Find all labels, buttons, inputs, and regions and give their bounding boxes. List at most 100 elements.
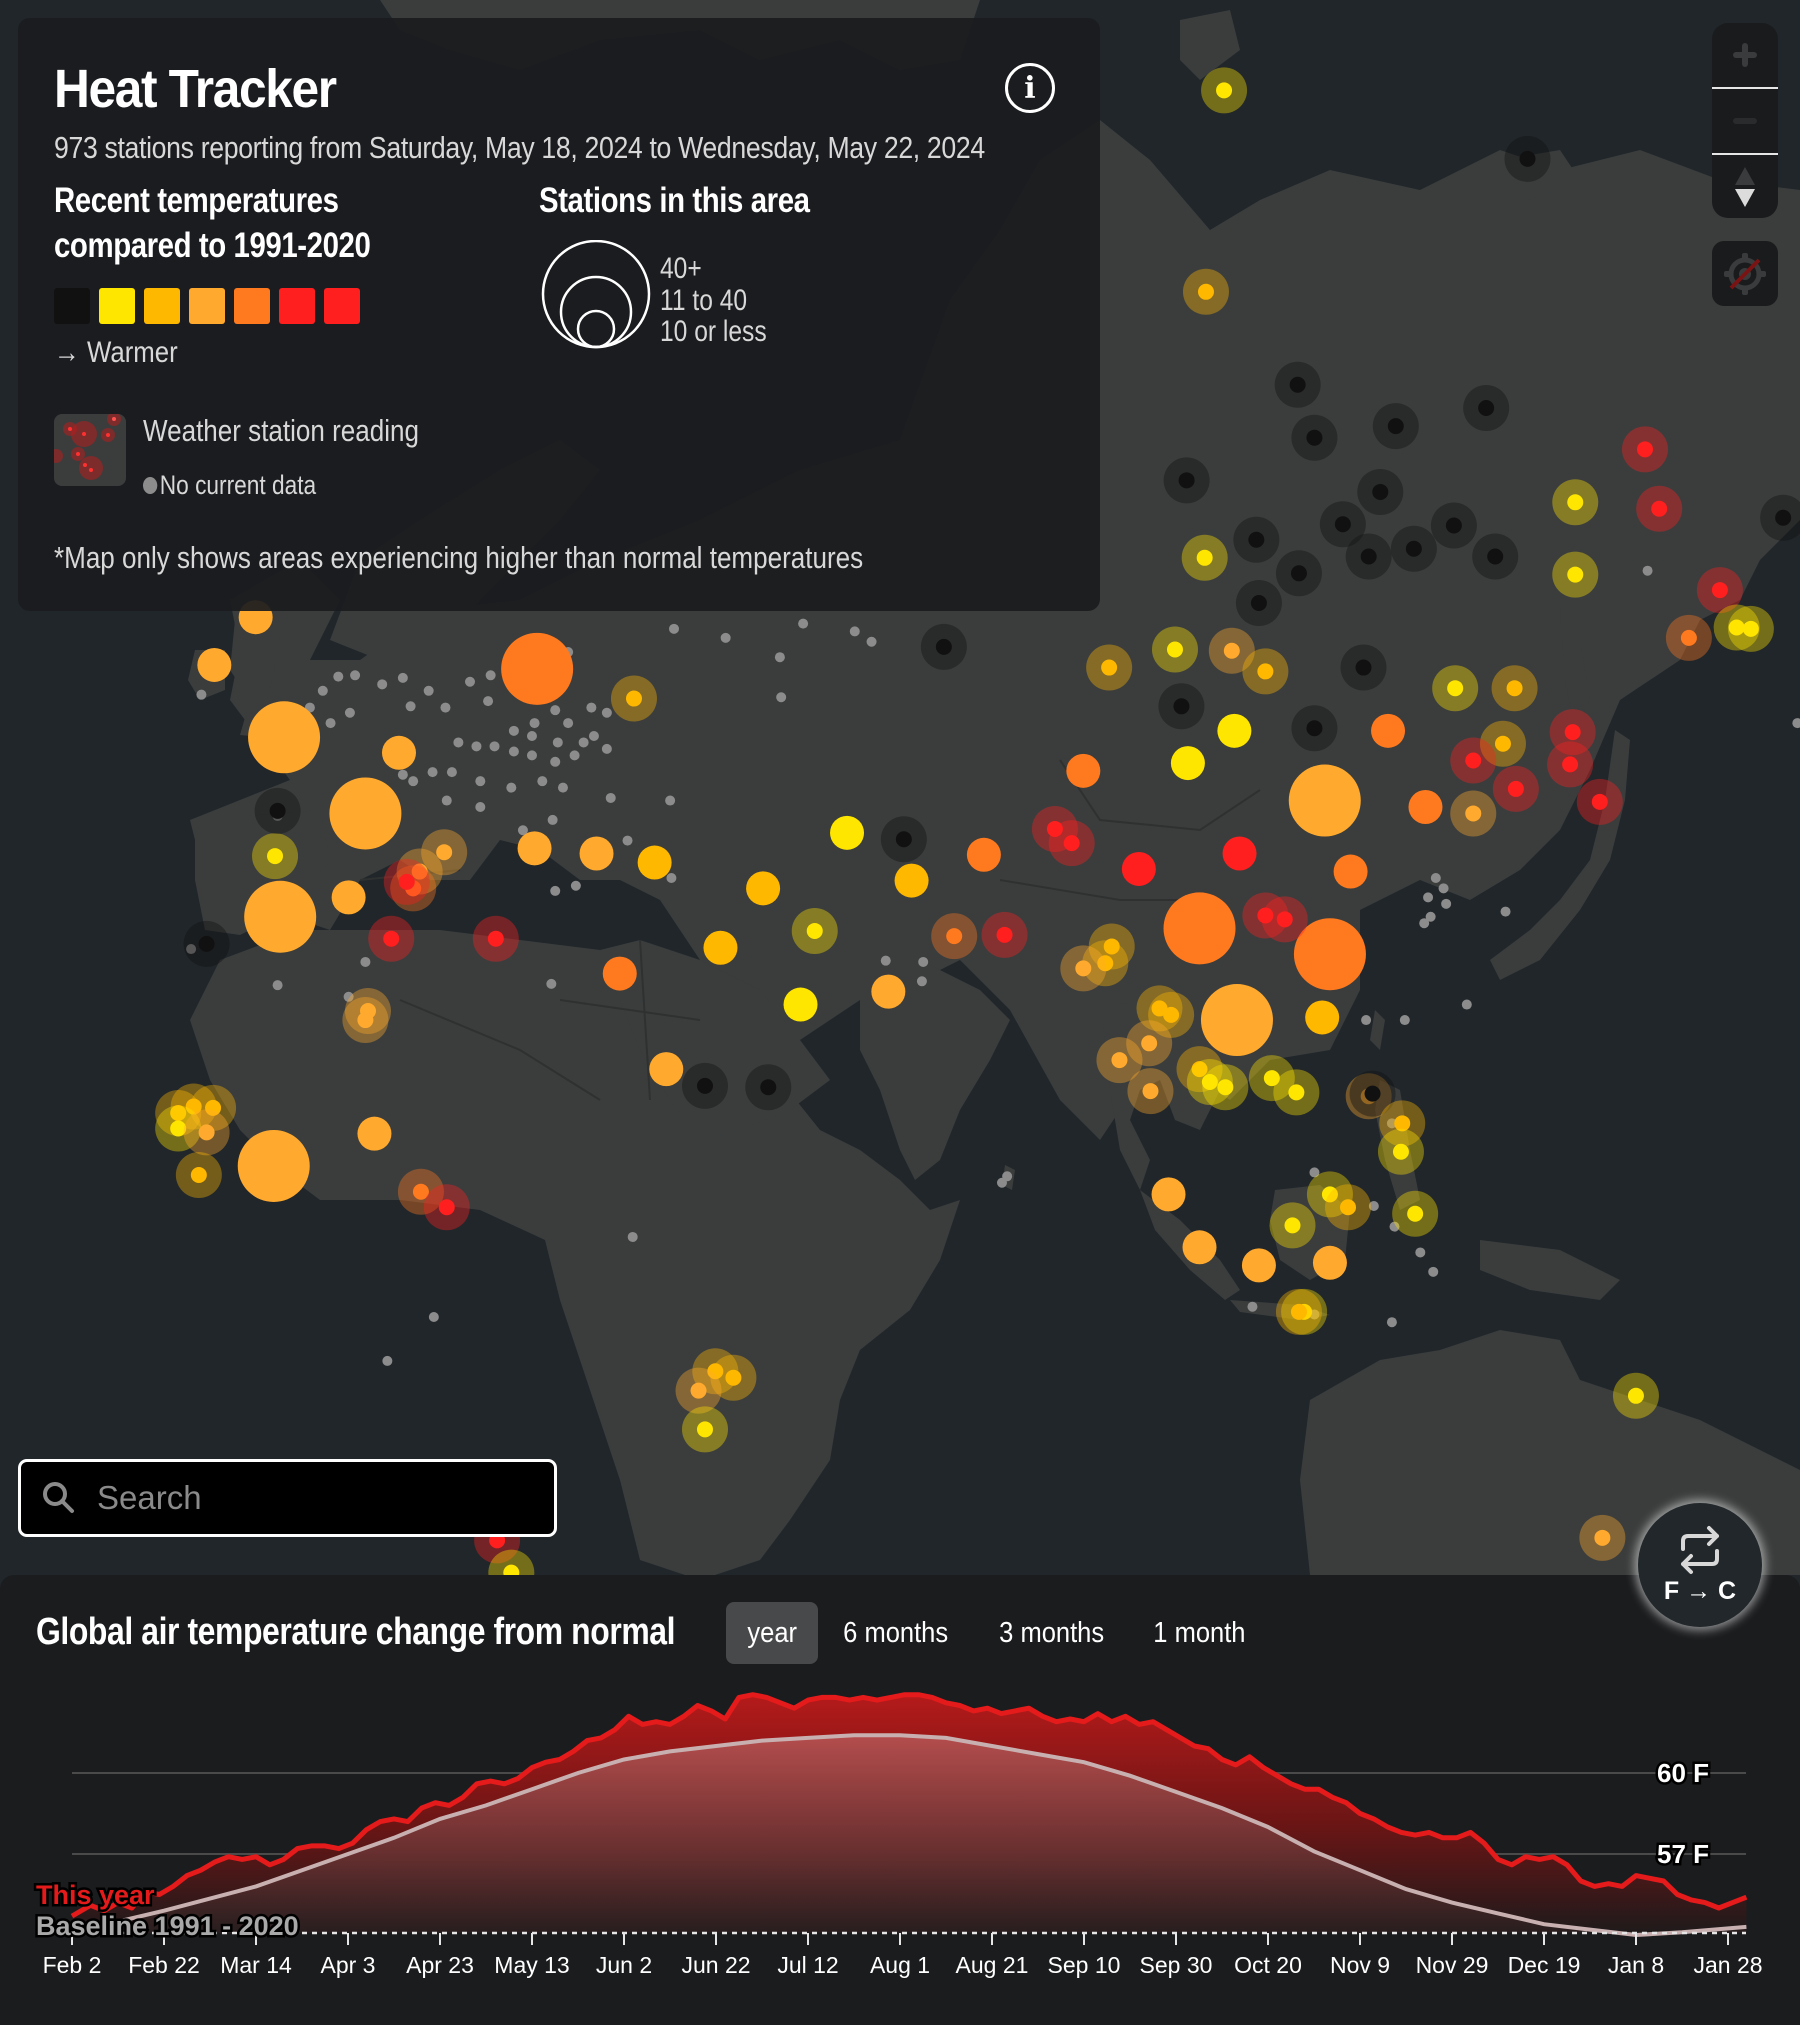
station-no-data[interactable]	[526, 750, 537, 761]
station-no-data[interactable]	[550, 756, 561, 767]
station-reading[interactable]	[1519, 150, 1536, 167]
station-reading[interactable]	[1372, 483, 1389, 500]
station-reading[interactable]	[1223, 642, 1240, 659]
station-cluster[interactable]	[381, 735, 416, 770]
station-reading[interactable]	[269, 802, 286, 819]
station-reading[interactable]	[696, 1421, 713, 1438]
station-no-data[interactable]	[196, 689, 207, 700]
station-no-data[interactable]	[547, 814, 558, 825]
station-no-data[interactable]	[1441, 898, 1452, 909]
station-reading[interactable]	[806, 922, 823, 939]
station-no-data[interactable]	[665, 795, 676, 806]
station-cluster[interactable]	[1371, 713, 1406, 748]
station-reading[interactable]	[1507, 780, 1524, 797]
station-no-data[interactable]	[1399, 1015, 1410, 1026]
station-reading[interactable]	[267, 848, 284, 865]
station-no-data[interactable]	[866, 636, 877, 647]
station-no-data[interactable]	[475, 776, 486, 787]
station-cluster[interactable]	[1066, 753, 1101, 788]
unit-toggle-button[interactable]: F → C	[1638, 1503, 1762, 1627]
station-reading[interactable]	[625, 690, 642, 707]
station-cluster[interactable]	[871, 974, 906, 1009]
station-reading[interactable]	[1775, 509, 1792, 526]
station-no-data[interactable]	[350, 670, 361, 681]
station-no-data[interactable]	[1438, 883, 1449, 894]
station-no-data[interactable]	[397, 769, 408, 780]
station-cluster[interactable]	[703, 930, 738, 965]
station-reading[interactable]	[1075, 960, 1092, 977]
station-no-data[interactable]	[1386, 1317, 1397, 1328]
station-reading[interactable]	[1562, 756, 1579, 773]
station-no-data[interactable]	[1415, 1247, 1426, 1258]
station-reading[interactable]	[1494, 735, 1511, 752]
station-cluster[interactable]	[1333, 854, 1368, 889]
station-no-data[interactable]	[666, 873, 677, 884]
station-no-data[interactable]	[550, 705, 561, 716]
station-reading[interactable]	[1141, 1035, 1158, 1052]
station-no-data[interactable]	[529, 718, 540, 729]
tab-3-months[interactable]: 3 months	[974, 1602, 1129, 1664]
station-reading[interactable]	[1407, 1205, 1424, 1222]
station-no-data[interactable]	[669, 623, 680, 634]
station-reading[interactable]	[1627, 1387, 1644, 1404]
station-reading[interactable]	[398, 873, 415, 890]
station-reading[interactable]	[1163, 1006, 1180, 1023]
station-reading[interactable]	[1290, 1303, 1307, 1320]
station-no-data[interactable]	[405, 701, 416, 712]
station-cluster[interactable]	[1312, 1245, 1347, 1280]
station-cluster[interactable]	[1408, 790, 1443, 824]
station-no-data[interactable]	[471, 741, 482, 752]
station-reading[interactable]	[1742, 620, 1759, 637]
station-cluster[interactable]	[1305, 1000, 1340, 1035]
zoom-in-button[interactable]	[1712, 23, 1778, 87]
station-no-data[interactable]	[550, 885, 561, 896]
station-reading[interactable]	[190, 1166, 207, 1183]
station-no-data[interactable]	[446, 767, 457, 778]
station-reading[interactable]	[1465, 752, 1482, 769]
station-cluster[interactable]	[248, 701, 321, 774]
station-cluster[interactable]	[966, 837, 1001, 872]
station-no-data[interactable]	[622, 835, 633, 846]
station-no-data[interactable]	[344, 707, 355, 718]
tab-6-months[interactable]: 6 months	[818, 1602, 973, 1664]
station-reading[interactable]	[1217, 1079, 1234, 1096]
station-reading[interactable]	[1711, 582, 1728, 599]
station-reading[interactable]	[996, 926, 1013, 943]
station-no-data[interactable]	[605, 792, 616, 803]
station-no-data[interactable]	[485, 670, 496, 681]
station-reading[interactable]	[1111, 1052, 1128, 1069]
station-cluster[interactable]	[579, 836, 614, 871]
compass-button[interactable]	[1712, 155, 1778, 218]
station-cluster[interactable]	[1151, 1177, 1186, 1212]
station-reading[interactable]	[1591, 793, 1608, 810]
station-reading[interactable]	[1178, 472, 1195, 489]
station-cluster[interactable]	[1288, 764, 1361, 837]
station-cluster[interactable]	[1170, 746, 1205, 781]
station-cluster[interactable]	[894, 863, 929, 898]
station-no-data[interactable]	[1428, 1266, 1439, 1277]
search-box[interactable]	[18, 1459, 557, 1537]
station-no-data[interactable]	[408, 776, 419, 787]
station-no-data[interactable]	[1247, 1301, 1258, 1312]
station-reading[interactable]	[1063, 835, 1080, 852]
station-cluster[interactable]	[649, 1052, 684, 1087]
station-no-data[interactable]	[526, 730, 537, 741]
station-cluster[interactable]	[746, 871, 781, 906]
tab-1-month[interactable]: 1 month	[1129, 1602, 1270, 1664]
station-cluster[interactable]	[602, 956, 637, 991]
station-reading[interactable]	[436, 844, 453, 861]
station-no-data[interactable]	[325, 718, 336, 729]
station-no-data[interactable]	[849, 626, 860, 637]
station-no-data[interactable]	[996, 1177, 1007, 1188]
station-reading[interactable]	[1101, 659, 1118, 676]
station-reading[interactable]	[1340, 1199, 1357, 1216]
tab-year[interactable]: year	[726, 1602, 819, 1664]
station-reading[interactable]	[1360, 548, 1377, 565]
station-reading[interactable]	[357, 1012, 374, 1029]
station-reading[interactable]	[487, 930, 504, 947]
station-reading[interactable]	[1405, 540, 1422, 557]
station-reading[interactable]	[1166, 641, 1183, 658]
station-no-data[interactable]	[440, 702, 451, 713]
station-reading[interactable]	[1447, 680, 1464, 697]
station-no-data[interactable]	[1430, 873, 1441, 884]
